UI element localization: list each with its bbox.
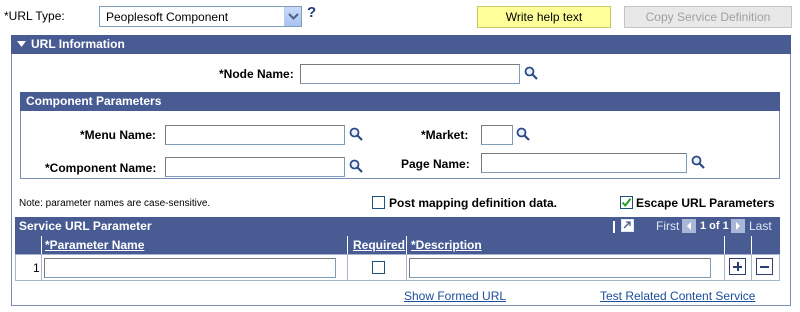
collapse-triangle-icon[interactable] xyxy=(17,41,26,48)
parameter-name-column-header[interactable]: *Parameter Name xyxy=(41,236,347,254)
description-input[interactable] xyxy=(409,258,711,278)
row-number-cell: 1 xyxy=(15,254,42,281)
show-formed-url-link[interactable]: Show Formed URL xyxy=(404,289,506,303)
checkmark-icon xyxy=(621,198,632,208)
menu-name-lookup-icon[interactable] xyxy=(349,127,363,141)
url-information-header[interactable]: URL Information xyxy=(11,35,791,54)
post-mapping-label: Post mapping definition data. xyxy=(389,196,557,210)
page-name-lookup-icon[interactable] xyxy=(691,155,705,169)
url-type-value: Peoplesoft Component xyxy=(106,10,229,24)
test-related-content-link[interactable]: Test Related Content Service xyxy=(600,289,755,303)
required-header-link[interactable]: Required xyxy=(353,238,405,252)
url-type-select[interactable]: Peoplesoft Component xyxy=(99,6,302,27)
first-label: First xyxy=(656,219,680,233)
add-row-cell xyxy=(724,254,752,281)
escape-url-label: Escape URL Parameters xyxy=(636,196,775,210)
url-information-title: URL Information xyxy=(31,37,125,51)
write-help-button[interactable]: Write help text xyxy=(477,6,611,28)
required-checkbox[interactable] xyxy=(372,261,385,274)
page-name-input[interactable] xyxy=(481,153,687,173)
component-parameters-title: Component Parameters xyxy=(26,94,162,108)
service-url-parameter-title: Service URL Parameter xyxy=(19,219,152,233)
add-row-button[interactable] xyxy=(729,258,746,275)
last-label: Last xyxy=(749,219,772,233)
parameter-name-cell xyxy=(41,254,348,281)
row-range: 1 of 1 xyxy=(700,220,729,232)
node-name-input[interactable] xyxy=(300,64,520,84)
component-name-lookup-icon[interactable] xyxy=(349,159,363,173)
menu-name-input[interactable] xyxy=(165,125,345,145)
next-arrow-icon[interactable] xyxy=(731,219,745,233)
post-mapping-checkbox[interactable] xyxy=(372,196,385,209)
escape-url-checkbox[interactable] xyxy=(620,196,633,209)
market-label: *Market: xyxy=(421,128,469,142)
delete-row-button[interactable] xyxy=(756,258,773,275)
minus-icon xyxy=(760,266,769,268)
chevron-down-icon[interactable] xyxy=(284,7,301,26)
previous-arrow-icon[interactable] xyxy=(682,219,696,233)
node-name-lookup-icon[interactable] xyxy=(524,66,538,80)
component-name-input[interactable] xyxy=(165,157,345,177)
page-name-label: Page Name: xyxy=(401,157,470,171)
required-cell xyxy=(347,254,407,281)
grid-spacer-header xyxy=(751,236,780,254)
description-column-header[interactable]: *Description xyxy=(406,236,724,254)
help-question-icon[interactable]: ? xyxy=(307,4,316,21)
parameter-name-input[interactable] xyxy=(44,258,336,278)
node-name-label: *Node Name: xyxy=(219,67,294,81)
url-type-label: *URL Type: xyxy=(4,9,65,23)
component-name-label: *Component Name: xyxy=(45,161,157,175)
view-all-icon[interactable] xyxy=(621,219,634,232)
delete-row-cell xyxy=(751,254,780,281)
market-lookup-icon[interactable] xyxy=(516,127,530,141)
grid-separator xyxy=(613,221,615,233)
description-header-link[interactable]: *Description xyxy=(411,238,482,252)
menu-name-label: *Menu Name: xyxy=(80,128,157,142)
description-cell xyxy=(406,254,725,281)
parameter-name-header-link[interactable]: *Parameter Name xyxy=(45,238,144,252)
case-sensitive-note: Note: parameter names are case-sensitive… xyxy=(19,198,211,209)
copy-service-definition-button[interactable]: Copy Service Definition xyxy=(624,6,792,28)
component-parameters-header: Component Parameters xyxy=(20,92,780,111)
grid-spacer-header xyxy=(724,236,751,254)
row-number: 1 xyxy=(33,261,40,275)
plus-icon-vertical xyxy=(737,262,739,271)
market-input[interactable] xyxy=(481,125,513,145)
required-column-header[interactable]: Required xyxy=(347,236,406,254)
service-url-parameter-header: Service URL Parameter First 1 of 1 Last xyxy=(15,217,780,236)
